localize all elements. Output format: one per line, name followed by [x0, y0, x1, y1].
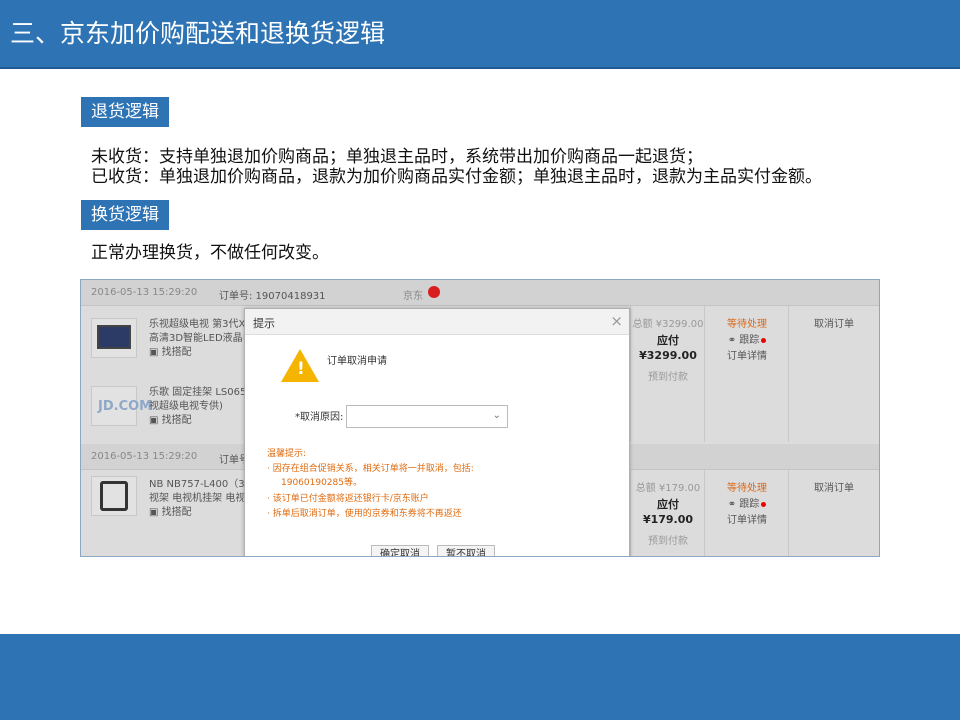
order-date: 2016-05-13 15:29:20 [91, 287, 198, 298]
product-name-line2[interactable]: 高清3D智能LED液晶电 [149, 332, 253, 345]
find-match-label: 找搭配 [161, 507, 192, 518]
reason-label: *取消原因: [295, 412, 344, 423]
dialog-heading: 订单取消申请 [327, 356, 387, 367]
jd-logo-icon: JD.COM [98, 399, 153, 414]
shop-name[interactable]: 京东 [403, 287, 423, 302]
slide: 三、京东加价购配送和退换货逻辑 退货逻辑 未收货：支持单独退加价购商品；单独退主… [0, 0, 960, 720]
order-number[interactable]: 订单号: 19070418931 [219, 287, 326, 302]
warning-mark: ! [297, 359, 305, 379]
find-match-link[interactable]: ▣ 找搭配 [149, 506, 192, 519]
status-cell: 等待处理 ⚭ 跟踪 订单详情 [705, 306, 789, 442]
pay-amount: ¥179.00 [642, 513, 694, 526]
pay-label: 应付 [657, 498, 679, 511]
tip-item: · 拆单后取消订单，使用的京券和东券将不再返还 [267, 509, 462, 519]
cancel-order-dialog: 提示 × ! 订单取消申请 *取消原因: ⌄ 温馨提示: · 因存在组合促销关系… [244, 308, 630, 556]
status-cell: 等待处理 ⚭ 跟踪 订单详情 [705, 470, 789, 556]
slide-title: 三、京东加价购配送和退换货逻辑 [10, 19, 386, 48]
tips-title: 温馨提示: [267, 449, 307, 459]
pay-amount: ¥3299.00 [639, 349, 697, 362]
cancel-order-link[interactable]: 取消订单 [789, 482, 879, 495]
return-line-received: 已收货：单独退加价购商品，退款为加价购商品实付金额；单独退主品时，退款为主品实付… [91, 167, 822, 187]
product-thumb[interactable] [91, 476, 137, 516]
product-thumb[interactable]: JD.COM [91, 386, 152, 426]
dialog-title: 提示 [253, 317, 275, 330]
order-date: 2016-05-13 15:29:20 [91, 451, 198, 462]
order-detail-link[interactable]: 订单详情 [705, 514, 789, 527]
notice-dot [761, 501, 767, 507]
tip-item: · 该订单已付金额将返还银行卡/京东账户 [267, 494, 429, 504]
payment-cell: 总额 ¥3299.00 应付 ¥3299.00 预到付款 [631, 306, 705, 442]
order-detail-link[interactable]: 订单详情 [705, 350, 789, 363]
jd-logo-icon [428, 286, 440, 298]
order-screenshot: 2016-05-13 15:29:20 订单号: 19070418931 京东 … [80, 279, 880, 557]
product-thumb[interactable] [91, 318, 137, 358]
pay-method: 预到付款 [648, 372, 688, 383]
action-cell: 取消订单 [789, 306, 879, 442]
close-icon[interactable]: × [610, 312, 623, 330]
track-link[interactable]: ⚭ 跟踪 [705, 498, 789, 511]
product-name[interactable]: 乐歌 固定挂架 LS065N [149, 386, 254, 399]
product-name-line2[interactable]: 视超级电视专供) [149, 400, 223, 413]
reason-select[interactable]: ⌄ [346, 405, 508, 428]
order-total: 总额 ¥3299.00 [632, 319, 704, 330]
title-bar: 三、京东加价购配送和退换货逻辑 [0, 0, 960, 69]
track-label: 跟踪 [739, 499, 760, 510]
order-status: 等待处理 [727, 483, 767, 494]
footer-bar [0, 634, 960, 720]
action-cell: 取消订单 [789, 470, 879, 556]
track-link[interactable]: ⚭ 跟踪 [705, 334, 789, 347]
order-total: 总额 ¥179.00 [635, 483, 701, 494]
notice-dot [761, 337, 767, 343]
wall-mount-icon [100, 481, 128, 511]
exchange-logic-label: 换货逻辑 [81, 200, 169, 230]
product-name[interactable]: 乐视超级电视 第3代X50 [149, 318, 258, 331]
pay-label: 应付 [657, 334, 679, 347]
cancel-order-link[interactable]: 取消订单 [789, 318, 879, 331]
product-name-line2[interactable]: 视架 电视机挂架 电视支 [149, 492, 255, 505]
tip-order-ref: 19060190285等。 [281, 478, 362, 488]
keep-order-button[interactable]: 暂不取消 [437, 545, 495, 556]
order-status: 等待处理 [727, 319, 767, 330]
exchange-line: 正常办理换货，不做任何改变。 [91, 243, 329, 263]
track-label: 跟踪 [739, 335, 760, 346]
return-line-unreceived: 未收货：支持单独退加价购商品；单独退主品时，系统带出加价购商品一起退货； [91, 147, 703, 167]
find-match-link[interactable]: ▣ 找搭配 [149, 414, 192, 427]
confirm-cancel-button[interactable]: 确定取消 [371, 545, 429, 556]
chevron-down-icon: ⌄ [492, 410, 501, 421]
tv-icon [97, 325, 131, 349]
return-logic-label: 退货逻辑 [81, 97, 169, 127]
dialog-header: 提示 × [245, 309, 629, 335]
find-match-link[interactable]: ▣ 找搭配 [149, 346, 192, 359]
find-match-label: 找搭配 [161, 415, 192, 426]
order-header: 2016-05-13 15:29:20 订单号: 19070418931 京东 [81, 280, 879, 306]
payment-cell: 总额 ¥179.00 应付 ¥179.00 预到付款 [631, 470, 705, 556]
find-match-label: 找搭配 [161, 347, 192, 358]
pay-method: 预到付款 [648, 536, 688, 547]
tip-item: · 因存在组合促销关系，相关订单将一并取消，包括: [267, 464, 474, 474]
